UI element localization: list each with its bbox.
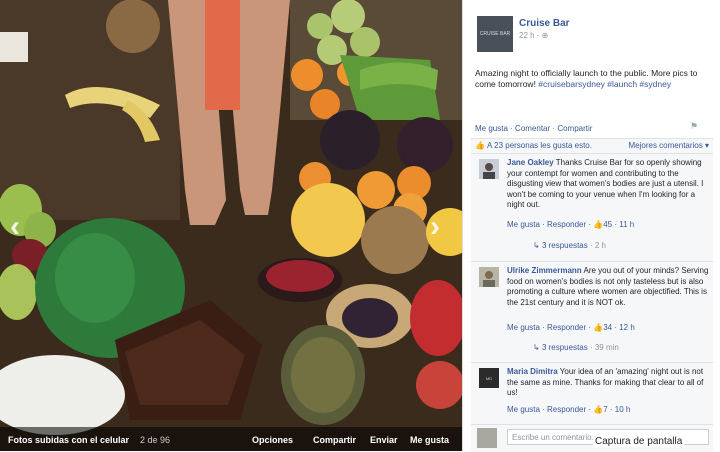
comment-footer[interactable]: Me gusta · Responder · 👍34 · 12 h (507, 323, 635, 332)
comment-text: Jane Oakley Thanks Cruise Bar for so ope… (507, 158, 709, 211)
comment-button[interactable]: Comentar (515, 124, 550, 133)
screenshot-caption: Captura de pantalla (593, 436, 685, 447)
post-hashtags[interactable]: #cruisebarsydney #launch #sydney (538, 79, 671, 89)
comment-text: Maria Dimitra Your idea of an 'amazing' … (507, 367, 709, 399)
flag-icon[interactable]: ⚑ (690, 121, 698, 132)
comment-text: Ulrike Zimmermann Are you out of your mi… (507, 266, 709, 308)
svg-text:MD: MD (486, 376, 492, 381)
comment-item: Ulrike Zimmermann Are you out of your mi… (471, 261, 713, 362)
like-button[interactable]: Me gusta (475, 124, 508, 133)
avatar[interactable] (479, 267, 499, 287)
album-label[interactable]: Fotos subidas con el celular (8, 435, 129, 445)
replies-link[interactable]: ↳ 3 respuestas · 2 h (533, 241, 606, 250)
likes-summary: 👍 A 23 personas les gusta esto. Mejores … (471, 138, 713, 153)
photo-viewer[interactable]: ‹ › Fotos subidas con el celular 2 de 96… (0, 0, 462, 451)
avatar[interactable] (479, 159, 499, 179)
comment-item: Jane Oakley Thanks Cruise Bar for so ope… (471, 153, 713, 261)
post-actions: Me gusta · Comentar · Compartir (475, 124, 592, 133)
thumbs-up-icon: 👍 (475, 141, 485, 150)
comment-author[interactable]: Ulrike Zimmermann (507, 266, 582, 275)
post-text: Amazing night to officially launch to th… (475, 68, 711, 90)
comment-author[interactable]: Jane Oakley (507, 158, 554, 167)
best-comments-dropdown[interactable]: Mejores comentarios ▾ (629, 141, 710, 150)
comment-footer[interactable]: Me gusta · Responder · 👍7 · 10 h (507, 405, 630, 414)
comment-footer[interactable]: Me gusta · Responder · 👍45 · 11 h (507, 220, 634, 229)
post-time[interactable]: 22 h · ⊕ (519, 31, 548, 40)
send-button[interactable]: Enviar (370, 435, 398, 445)
options-button[interactable]: Opciones (252, 435, 293, 445)
photo-action-bar: Fotos subidas con el celular 2 de 96 Opc… (0, 427, 462, 451)
replies-time: · 2 h (587, 241, 606, 250)
replies-count[interactable]: 3 respuestas (542, 343, 588, 352)
comment-item: MD Maria Dimitra Your idea of an 'amazin… (471, 362, 713, 424)
page-name[interactable]: Cruise Bar (519, 18, 570, 29)
likes-count-text[interactable]: A 23 personas les gusta esto. (487, 141, 592, 150)
previous-photo-arrow-icon[interactable]: ‹ (10, 210, 20, 244)
current-user-avatar (477, 428, 497, 448)
replies-link[interactable]: ↳ 3 respuestas · 39 min (533, 343, 619, 352)
separator: · (510, 124, 513, 133)
post-panel: CRUISE BAR Cruise Bar 22 h · ⊕ Amazing n… (462, 0, 720, 452)
separator: · (552, 124, 556, 133)
replies-time: · 39 min (587, 343, 619, 352)
share-post-button[interactable]: Compartir (557, 124, 592, 133)
food-platter-photo (0, 0, 462, 451)
photo-position: 2 de 96 (140, 435, 171, 445)
next-photo-arrow-icon[interactable]: › (430, 210, 440, 244)
avatar[interactable]: MD (479, 368, 499, 388)
page-logo[interactable]: CRUISE BAR (477, 16, 513, 52)
replies-count[interactable]: 3 respuestas (542, 241, 588, 250)
comment-author[interactable]: Maria Dimitra (507, 367, 558, 376)
like-photo-button[interactable]: Me gusta (410, 435, 449, 445)
share-button[interactable]: Compartir (313, 435, 356, 445)
